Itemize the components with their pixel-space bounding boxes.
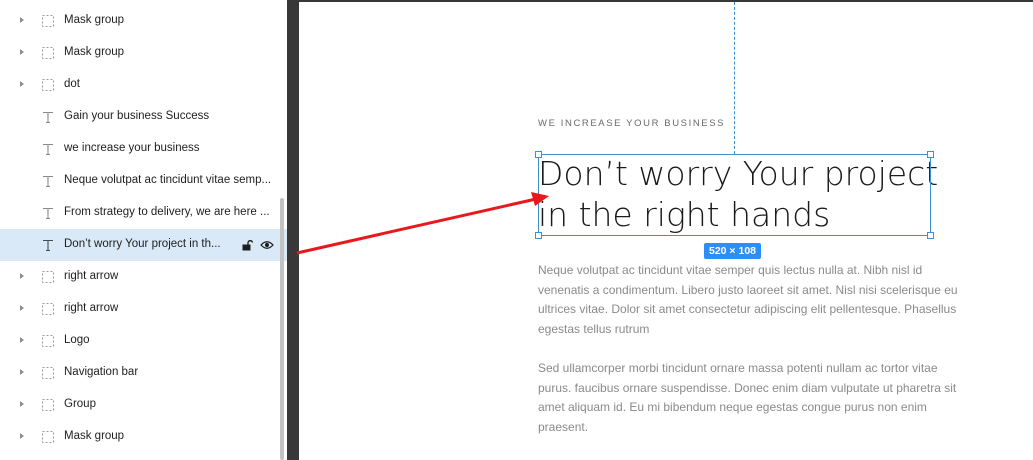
- layer-label: Mask group: [64, 46, 125, 58]
- layer-row[interactable]: Mask group: [0, 37, 287, 69]
- group-frame-icon: [41, 270, 55, 284]
- dimension-badge: 520 × 108: [704, 243, 762, 259]
- layer-row[interactable]: Navigation bar: [0, 357, 287, 389]
- canvas-edge: [287, 0, 299, 460]
- expand-caret-icon[interactable]: [20, 49, 24, 55]
- body-paragraph-1[interactable]: Neque volutpat ac tincidunt vitae semper…: [538, 261, 958, 339]
- resize-handle-bottom-left[interactable]: [535, 232, 542, 239]
- layer-label: Mask group: [64, 430, 125, 442]
- selection-box[interactable]: [538, 154, 931, 236]
- canvas-top-edge: [299, 0, 1033, 2]
- expand-caret-icon[interactable]: [20, 81, 24, 87]
- expand-caret-icon[interactable]: [20, 273, 24, 279]
- layer-label: Don’t worry Your project in th...: [64, 238, 221, 250]
- layer-label: dot: [64, 78, 80, 90]
- expand-caret-icon[interactable]: [20, 401, 24, 407]
- layer-row[interactable]: right arrow: [0, 293, 287, 325]
- layer-row[interactable]: we increase your business: [0, 133, 287, 165]
- layer-label: Navigation bar: [64, 366, 139, 378]
- spacing-guide-line: [734, 2, 735, 154]
- layers-scrollbar[interactable]: [280, 198, 284, 460]
- layer-row[interactable]: dot: [0, 69, 287, 101]
- resize-handle-top-left[interactable]: [535, 151, 542, 158]
- resize-handle-top-right[interactable]: [927, 151, 934, 158]
- group-frame-icon: [41, 334, 55, 348]
- layer-label: Logo: [64, 334, 90, 346]
- resize-handle-bottom-right[interactable]: [927, 232, 934, 239]
- layer-label: right arrow: [64, 270, 119, 282]
- group-frame-icon: [41, 14, 55, 28]
- layer-row[interactable]: Logo: [0, 325, 287, 357]
- group-frame-icon: [41, 46, 55, 60]
- unlock-icon[interactable]: [241, 239, 254, 251]
- text-layer-icon: [41, 206, 55, 220]
- layer-row[interactable]: right arrow: [0, 261, 287, 293]
- text-layer-icon: [41, 238, 55, 252]
- layer-row[interactable]: Mask group: [0, 5, 287, 37]
- layer-label: Neque volutpat ac tincidunt vitae semp..…: [64, 174, 272, 186]
- layer-label: we increase your business: [64, 142, 200, 154]
- expand-caret-icon[interactable]: [20, 433, 24, 439]
- layer-label: Mask group: [64, 14, 125, 26]
- layer-row[interactable]: Mask group: [0, 421, 287, 453]
- group-frame-icon: [41, 78, 55, 92]
- layer-label: right arrow: [64, 302, 119, 314]
- layer-row-selected[interactable]: Don’t worry Your project in th...: [0, 229, 287, 261]
- text-layer-icon: [41, 142, 55, 156]
- expand-caret-icon[interactable]: [20, 337, 24, 343]
- group-frame-icon: [41, 302, 55, 316]
- expand-caret-icon[interactable]: [20, 305, 24, 311]
- text-layer-icon: [41, 174, 55, 188]
- layer-label: Group: [64, 398, 96, 410]
- group-frame-icon: [41, 430, 55, 444]
- text-layer-icon: [41, 110, 55, 124]
- group-frame-icon: [41, 398, 55, 412]
- layer-row[interactable]: From strategy to delivery, we are here .…: [0, 197, 287, 229]
- expand-caret-icon[interactable]: [20, 17, 24, 23]
- layer-row[interactable]: Gain your business Success: [0, 101, 287, 133]
- layer-label: Gain your business Success: [64, 110, 210, 122]
- body-paragraph-2[interactable]: Sed ullamcorper morbi tincidunt ornare m…: [538, 359, 958, 437]
- expand-caret-icon[interactable]: [20, 369, 24, 375]
- layer-row[interactable]: Neque volutpat ac tincidunt vitae semp..…: [0, 165, 287, 197]
- layers-panel: Mask group Mask group dot Gain your busi…: [0, 0, 287, 460]
- eyebrow-text[interactable]: WE INCREASE YOUR BUSINESS: [538, 118, 725, 129]
- layer-label: From strategy to delivery, we are here .…: [64, 206, 270, 218]
- layer-row[interactable]: Group: [0, 389, 287, 421]
- eye-icon[interactable]: [260, 239, 274, 251]
- group-frame-icon: [41, 366, 55, 380]
